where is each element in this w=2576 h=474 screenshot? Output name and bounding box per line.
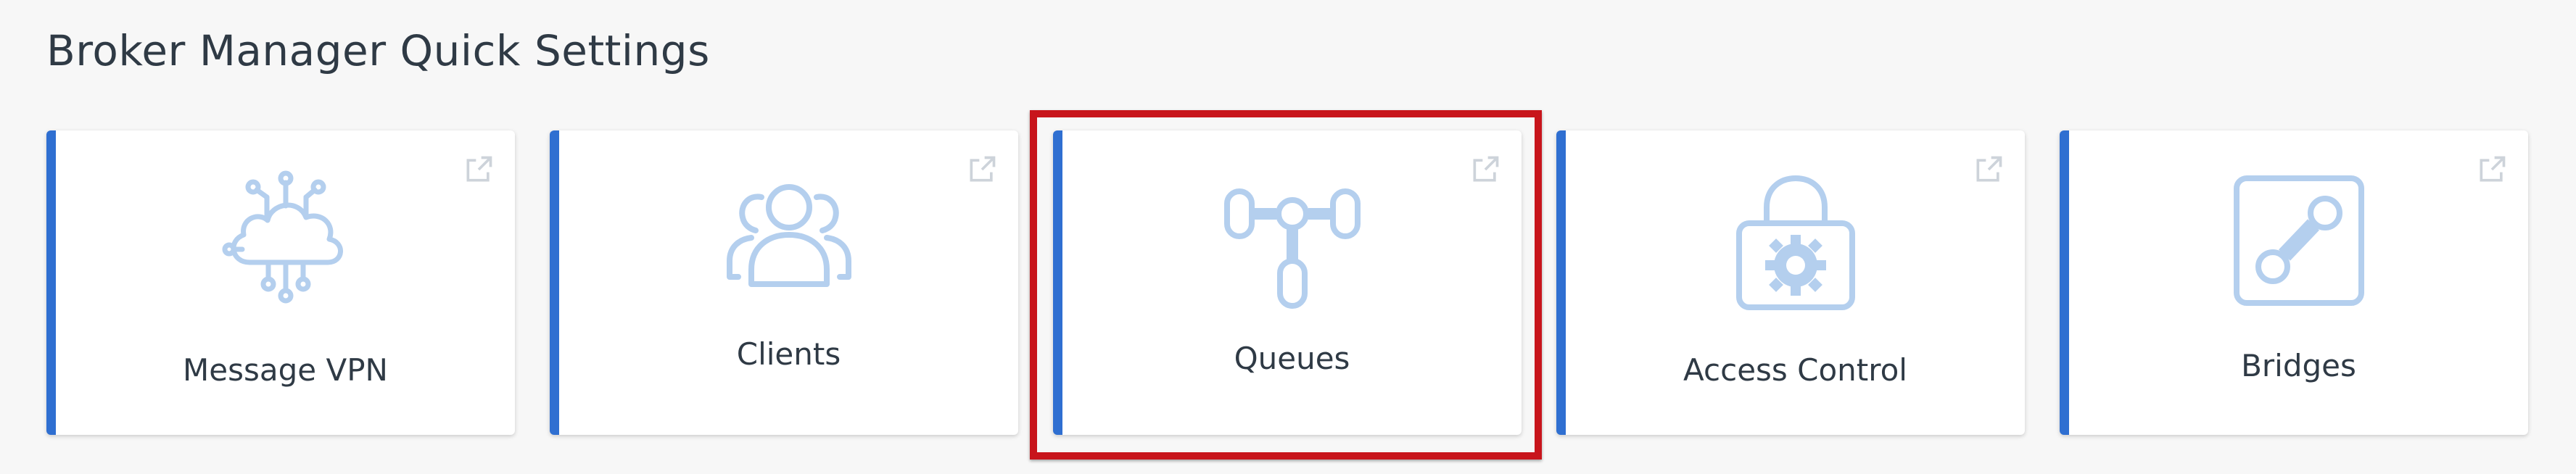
card-clients[interactable]: Clients: [550, 130, 1018, 435]
card-message-vpn[interactable]: Message VPN: [46, 130, 515, 435]
card-access-control[interactable]: Access Control: [1556, 130, 2025, 435]
external-link-icon[interactable]: [1469, 154, 1501, 186]
external-link-icon[interactable]: [1973, 154, 2005, 186]
card-label-message-vpn: Message VPN: [183, 352, 388, 388]
external-link-icon[interactable]: [2476, 154, 2508, 186]
card-bridges[interactable]: Bridges: [2060, 130, 2528, 435]
cloud-network-icon: [222, 170, 343, 304]
external-link-icon[interactable]: [463, 154, 495, 186]
section-title: Broker Manager Quick Settings: [46, 26, 710, 75]
quick-settings-page: Broker Manager Quick Settings Message VP…: [0, 0, 2576, 474]
bridge-icon: [2233, 175, 2364, 306]
card-label-bridges: Bridges: [2241, 348, 2356, 383]
users-icon: [726, 184, 851, 287]
external-link-icon[interactable]: [966, 154, 998, 186]
card-queues[interactable]: Queues: [1053, 130, 1522, 435]
queue-topology-icon: [1223, 188, 1361, 309]
card-label-clients: Clients: [736, 336, 841, 372]
lock-gear-icon: [1735, 175, 1855, 310]
card-label-access-control: Access Control: [1683, 352, 1907, 388]
card-label-queues: Queues: [1234, 341, 1350, 376]
